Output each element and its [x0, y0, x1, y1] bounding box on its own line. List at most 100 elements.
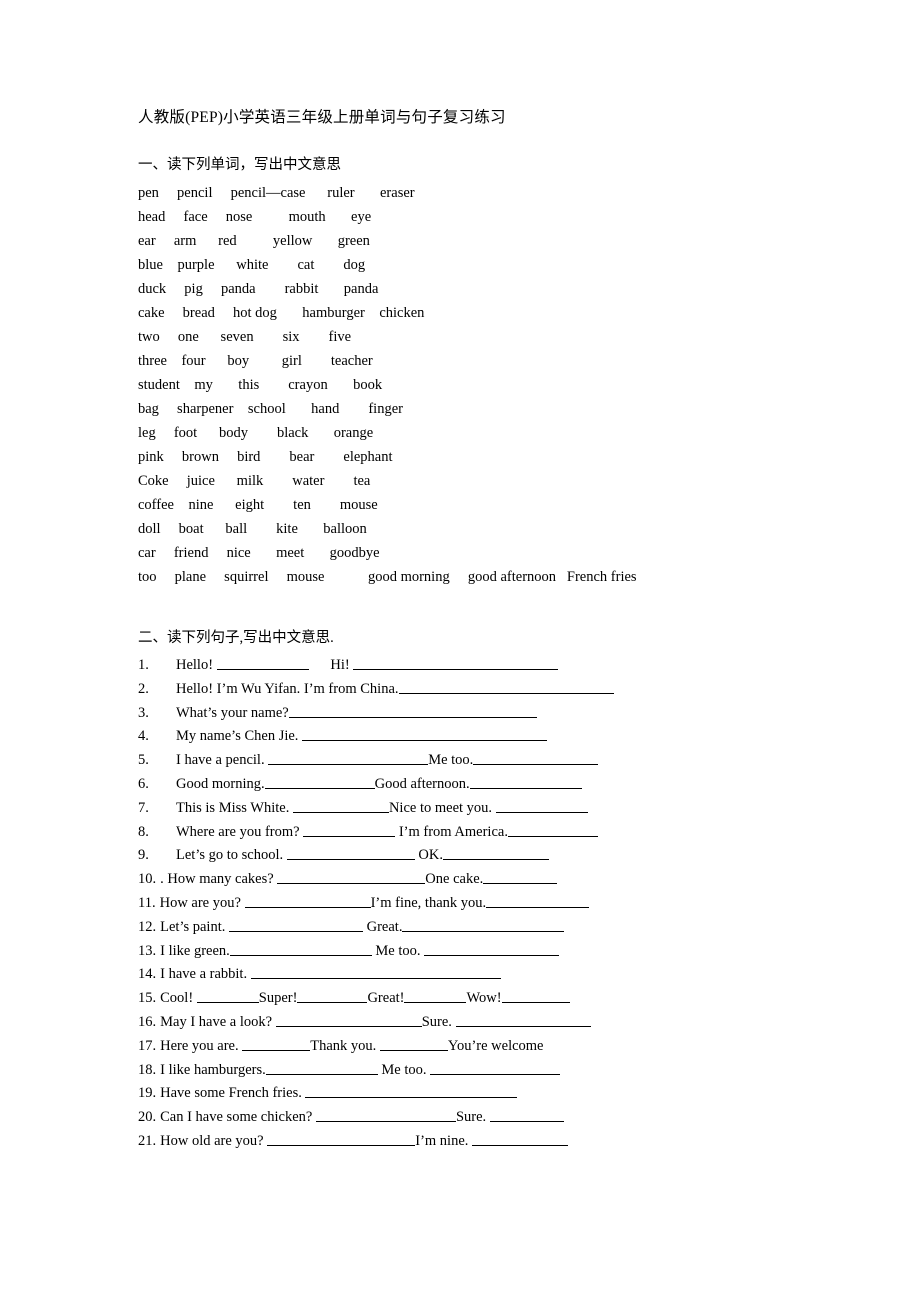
sentence-text: Hi! [308, 657, 354, 673]
sentence-item: 1. Hello! Hi! [138, 654, 838, 678]
word-row: ear arm red yellow green [138, 233, 370, 249]
sentence-number: 6. [138, 775, 149, 792]
answer-blank[interactable] [353, 656, 559, 670]
word-row: car friend nice meet goodbye [138, 545, 380, 561]
answer-blank[interactable] [292, 798, 389, 813]
word-row: coffee nine eight ten mouse [138, 497, 378, 513]
answer-blank[interactable] [495, 798, 588, 813]
answer-blank[interactable] [442, 846, 549, 861]
answer-blank[interactable] [315, 1108, 456, 1123]
answer-blank[interactable] [297, 989, 368, 1004]
sentence-text: Cool! [160, 990, 197, 1007]
answer-blank[interactable] [268, 751, 429, 766]
answer-blank[interactable] [277, 870, 426, 885]
answer-blank[interactable] [265, 1060, 378, 1075]
answer-blank[interactable] [275, 1013, 422, 1027]
sentence-number: 12. [138, 918, 157, 935]
answer-blank[interactable] [398, 679, 614, 694]
sentence-text: Let’s go to school. [176, 847, 287, 864]
answer-blank[interactable] [264, 775, 375, 789]
section-two-heading: 二、读下列句子,写出中文意思. [138, 630, 334, 646]
answer-blank[interactable] [196, 989, 259, 1004]
word-row: head face nose mouth eye [138, 209, 372, 225]
word-row: bag sharpener school hand finger [138, 401, 403, 417]
word-row: leg foot body black orange [138, 425, 374, 441]
sentence-item: 18. I like hamburgers. Me too. [138, 1059, 838, 1083]
sentence-text: Good morning. [176, 775, 265, 792]
sentence-number: 11. [138, 894, 156, 911]
sentence-text: I have a pencil. [176, 752, 269, 769]
answer-blank[interactable] [489, 1108, 564, 1123]
sentence-text: Thank you. [310, 1037, 380, 1054]
sentence-text: Me too. [377, 1061, 431, 1078]
sentence-text: Sure. [421, 1013, 456, 1030]
sentence-item: 17. Here you are. Thank you. You’re welco… [138, 1035, 838, 1059]
answer-blank[interactable] [501, 989, 570, 1004]
word-row: three four boy girl teacher [138, 353, 373, 369]
sentence-text: Super! [258, 990, 298, 1007]
sentence-text: Me too. [371, 942, 425, 959]
sentence-item: 13. I like green. Me too. [138, 940, 838, 964]
sentence-item: 10.. How many cakes? One cake. [138, 868, 838, 892]
sentence-text: May I have a look? [160, 1013, 276, 1030]
answer-blank[interactable] [469, 775, 582, 789]
answer-blank[interactable] [402, 917, 565, 932]
sentence-text: I have a rabbit. [160, 966, 251, 983]
answer-blank[interactable] [302, 727, 548, 742]
sentence-text: How are you? [159, 894, 245, 911]
word-row: Coke juice milk water tea [138, 473, 371, 489]
answer-blank[interactable] [244, 894, 371, 908]
sentence-item: 7. This is Miss White. Nice to meet you. [138, 797, 838, 821]
answer-blank[interactable] [216, 656, 309, 670]
answer-blank[interactable] [305, 1084, 518, 1099]
answer-blank[interactable] [286, 846, 415, 861]
word-row: student my this crayon book [138, 377, 383, 393]
sentence-item: 11. How are you? I’m fine, thank you. [138, 892, 838, 916]
word-row: too plane squirrel mouse good morning go… [138, 569, 637, 585]
section-one-heading: 一、读下列单词，写出中文意思 [138, 157, 341, 173]
sentence-text: How old are you? [160, 1132, 268, 1149]
sentence-number: 9. [138, 847, 149, 864]
sentence-text: I’m fine, thank you. [370, 894, 487, 911]
sentence-text: Here you are. [160, 1037, 243, 1054]
answer-blank[interactable] [483, 870, 558, 885]
word-row: cake bread hot dog hamburger chicken [138, 305, 425, 321]
sentence-text: My name’s Chen Jie. [176, 728, 303, 745]
sentence-text: Sure. [455, 1109, 490, 1126]
answer-blank[interactable] [486, 894, 590, 908]
answer-blank[interactable] [472, 1132, 569, 1146]
sentence-text: You’re welcome [447, 1037, 544, 1054]
answer-blank[interactable] [507, 822, 598, 837]
answer-blank[interactable] [473, 751, 599, 766]
word-row: duck pig panda rabbit panda [138, 281, 379, 297]
document-page: 人教版(PEP)小学英语三年级上册单词与句子复习练习 一、读下列单词，写出中文意… [0, 0, 920, 1302]
sentence-text: One cake. [425, 871, 484, 888]
answer-blank[interactable] [379, 1036, 448, 1051]
answer-blank[interactable] [303, 822, 396, 837]
answer-blank[interactable] [455, 1013, 591, 1027]
sentence-text: Where are you from? [176, 823, 304, 840]
vocabulary-word-list: pen pencil pencil—case ruler eraser head … [138, 181, 838, 589]
answer-blank[interactable] [242, 1036, 311, 1051]
sentence-number: 21. [138, 1132, 157, 1149]
sentence-text: OK. [414, 847, 443, 864]
answer-blank[interactable] [424, 941, 560, 956]
sentence-item: 16. May I have a look? Sure. [138, 1011, 838, 1035]
answer-blank[interactable] [250, 965, 501, 980]
sentence-number: 4. [138, 728, 149, 745]
sentence-item: 21. How old are you? I’m nine. [138, 1130, 838, 1154]
answer-blank[interactable] [404, 989, 467, 1004]
answer-blank[interactable] [229, 917, 363, 932]
sentence-number: 8. [138, 823, 149, 840]
answer-blank[interactable] [229, 941, 372, 956]
sentence-item: 14. I have a rabbit. [138, 963, 838, 987]
answer-blank[interactable] [430, 1060, 561, 1075]
sentence-number: 10. [138, 871, 157, 888]
answer-blank[interactable] [288, 703, 537, 718]
sentence-text: Hello! [176, 657, 217, 673]
sentence-text: I’m from America. [395, 823, 508, 840]
answer-blank[interactable] [267, 1132, 416, 1146]
sentence-text: I like hamburgers. [160, 1061, 266, 1078]
sentence-text: . How many cakes? [160, 871, 278, 888]
